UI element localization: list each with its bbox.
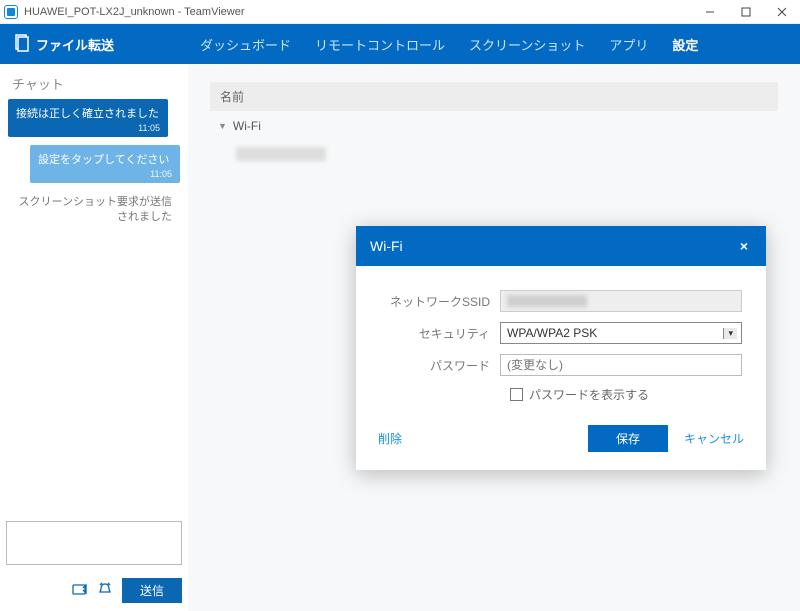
form-row-security: セキュリティ WPA/WPA2 PSK ▾	[380, 322, 742, 344]
ssid-field[interactable]	[500, 290, 742, 312]
tab-screenshot[interactable]: スクリーンショット	[457, 24, 597, 64]
tab-dashboard[interactable]: ダッシュボード	[188, 24, 303, 64]
teamviewer-logo-icon	[4, 5, 18, 19]
label-security: セキュリティ	[380, 325, 500, 342]
chat-heading: チャット	[0, 64, 188, 99]
tab-remote-control[interactable]: リモートコントロール	[303, 24, 457, 64]
chat-actions: 送信	[0, 574, 188, 611]
maximize-button[interactable]	[728, 0, 764, 24]
window-controls	[692, 0, 800, 24]
top-nav: ファイル転送 ダッシュボード リモートコントロール スクリーンショット アプリ …	[0, 24, 800, 64]
chat-input[interactable]	[6, 521, 182, 565]
chat-message: 接続は正しく確立されました 11:05	[8, 99, 168, 137]
security-select[interactable]: WPA/WPA2 PSK ▾	[500, 322, 742, 344]
attachment-icon[interactable]	[72, 582, 88, 599]
form-row-ssid: ネットワークSSID	[380, 290, 742, 312]
password-field[interactable]	[500, 354, 742, 376]
column-header-name: 名前	[210, 82, 778, 111]
show-password-row[interactable]: パスワードを表示する	[510, 386, 742, 403]
file-transfer-label[interactable]: ファイル転送	[0, 24, 188, 64]
cancel-button[interactable]: キャンセル	[684, 430, 744, 447]
checkbox-icon[interactable]	[510, 388, 523, 401]
show-password-label: パスワードを表示する	[529, 386, 649, 403]
settings-content: 名前 ▼ Wi-Fi Wi-Fi × ネットワークSSID セキュリティ	[188, 64, 800, 611]
tab-settings[interactable]: 設定	[660, 24, 710, 64]
wifi-network-item[interactable]	[236, 147, 326, 161]
security-value: WPA/WPA2 PSK	[507, 326, 597, 340]
notification-icon[interactable]	[98, 582, 112, 599]
close-button[interactable]	[764, 0, 800, 24]
tree-node-label: Wi-Fi	[233, 119, 261, 133]
window-title: HUAWEI_POT-LX2J_unknown - TeamViewer	[24, 6, 245, 18]
delete-button[interactable]: 削除	[378, 430, 402, 447]
chat-message-text: 接続は正しく確立されました	[16, 108, 159, 120]
title-bar: HUAWEI_POT-LX2J_unknown - TeamViewer	[0, 0, 800, 24]
tree-node-wifi[interactable]: ▼ Wi-Fi	[210, 111, 778, 141]
chevron-down-icon: ▾	[723, 328, 737, 339]
send-button[interactable]: 送信	[122, 578, 182, 603]
minimize-button[interactable]	[692, 0, 728, 24]
chat-message-time: 11:05	[38, 169, 172, 179]
tab-app[interactable]: アプリ	[597, 24, 660, 64]
form-row-password: パスワード	[380, 354, 742, 376]
dialog-footer: 削除 保存 キャンセル	[356, 411, 766, 470]
dialog-body: ネットワークSSID セキュリティ WPA/WPA2 PSK ▾ パスワード	[356, 266, 766, 411]
chat-sidebar: チャット 接続は正しく確立されました 11:05 設定をタップしてください 11…	[0, 64, 188, 611]
wifi-dialog: Wi-Fi × ネットワークSSID セキュリティ WPA/WPA2 PSK ▾	[356, 226, 766, 470]
main-area: チャット 接続は正しく確立されました 11:05 設定をタップしてください 11…	[0, 64, 800, 611]
dialog-close-icon[interactable]: ×	[736, 238, 752, 254]
chat-message-text: 設定をタップしてください	[38, 154, 169, 166]
chat-messages: 接続は正しく確立されました 11:05 設定をタップしてください 11:05 ス…	[0, 99, 188, 515]
chat-system-message: スクリーンショット要求が送信されました	[6, 191, 182, 226]
dialog-title: Wi-Fi	[370, 238, 403, 254]
tabs: ダッシュボード リモートコントロール スクリーンショット アプリ 設定	[188, 24, 710, 64]
dialog-header: Wi-Fi ×	[356, 226, 766, 266]
label-password: パスワード	[380, 357, 500, 374]
document-icon	[14, 34, 30, 55]
file-transfer-text: ファイル転送	[36, 35, 114, 54]
save-button[interactable]: 保存	[588, 425, 668, 452]
chat-message: 設定をタップしてください 11:05	[30, 145, 180, 183]
label-ssid: ネットワークSSID	[380, 293, 500, 310]
caret-down-icon: ▼	[218, 121, 227, 131]
chat-message-time: 11:05	[16, 123, 160, 133]
chat-input-row	[0, 515, 188, 574]
